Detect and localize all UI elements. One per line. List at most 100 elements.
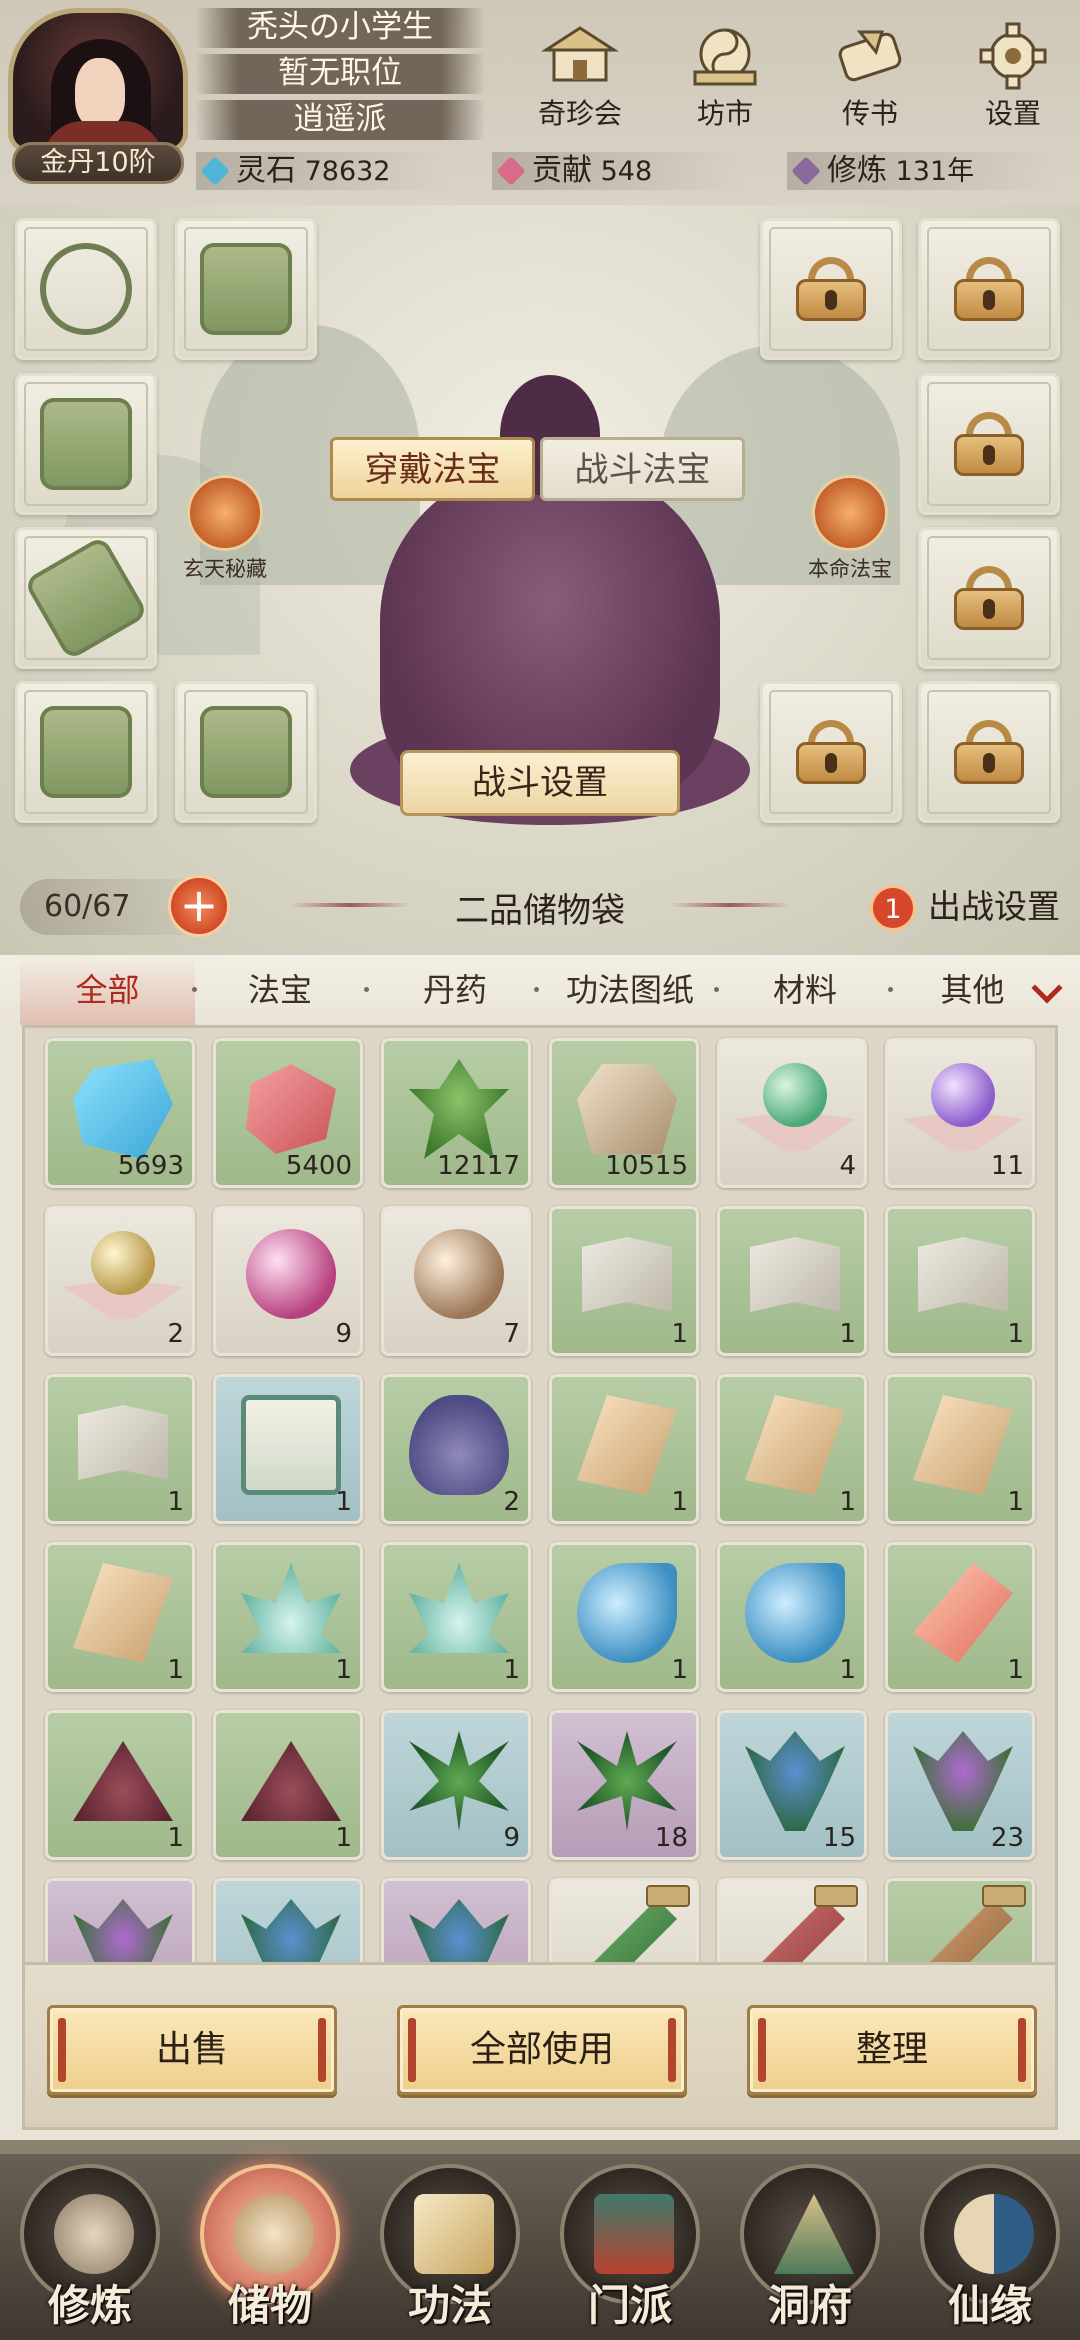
- locked-slot[interactable]: [918, 527, 1060, 669]
- sort-button[interactable]: 整理: [747, 2005, 1037, 2095]
- market-button[interactable]: 坊市: [670, 22, 780, 132]
- locked-slot[interactable]: [760, 218, 902, 360]
- inventory-item[interactable]: 1: [213, 1710, 363, 1860]
- inventory-item[interactable]: 5400: [213, 1038, 363, 1188]
- bottom-nav: 修炼 储物 功法 门派 洞府 仙缘: [0, 2140, 1080, 2340]
- use-all-button[interactable]: 全部使用: [397, 2005, 687, 2095]
- nav-cultivate[interactable]: 修炼: [5, 2164, 175, 2340]
- secret-treasury-button[interactable]: 玄天秘藏: [165, 475, 285, 583]
- inventory-item[interactable]: 5693: [45, 1038, 195, 1188]
- category-tab-technique[interactable]: 功法图纸: [540, 955, 720, 1025]
- category-tab-material[interactable]: 材料: [720, 955, 890, 1025]
- inventory-item[interactable]: 11: [885, 1038, 1035, 1188]
- inventory-item[interactable]: 2: [381, 1374, 531, 1524]
- inventory-item[interactable]: [213, 1878, 363, 1962]
- inventory-item[interactable]: [885, 1878, 1035, 1962]
- equip-slot-gloves[interactable]: [15, 527, 157, 669]
- equip-slot-necklace[interactable]: [15, 218, 157, 360]
- book-icon: [582, 1237, 672, 1312]
- nav-technique[interactable]: 功法: [365, 2164, 535, 2340]
- locked-slot[interactable]: [918, 373, 1060, 515]
- treasure-pavilion-button[interactable]: 奇珍会: [525, 22, 635, 132]
- inventory-item[interactable]: 1: [885, 1206, 1035, 1356]
- lock-icon: [954, 720, 1024, 784]
- storage-bag-icon: [234, 2194, 314, 2274]
- inventory-item[interactable]: 9: [381, 1710, 531, 1860]
- inventory-item[interactable]: [549, 1878, 699, 1962]
- powder-icon: [241, 1741, 341, 1821]
- tab-wear-treasure[interactable]: 穿戴法宝: [330, 437, 535, 501]
- inventory-item[interactable]: 1: [549, 1374, 699, 1524]
- inventory-item[interactable]: [717, 1878, 867, 1962]
- item-count: 1: [335, 1823, 352, 1853]
- nav-sect[interactable]: 门派: [545, 2164, 715, 2340]
- inventory-item[interactable]: 2: [45, 1206, 195, 1356]
- inventory-item[interactable]: 10515: [549, 1038, 699, 1188]
- item-count: 1: [167, 1655, 184, 1685]
- item-count: 1: [671, 1487, 688, 1517]
- inventory-item[interactable]: 1: [381, 1542, 531, 1692]
- inventory-item[interactable]: 23: [885, 1710, 1035, 1860]
- inventory-item[interactable]: 1: [549, 1542, 699, 1692]
- natal-treasure-button[interactable]: 本命法宝: [790, 475, 910, 583]
- secret-treasury-label: 玄天秘藏: [183, 557, 267, 581]
- inventory-item[interactable]: [45, 1878, 195, 1962]
- category-tab-all[interactable]: 全部: [20, 955, 195, 1025]
- locked-slot[interactable]: [918, 218, 1060, 360]
- equip-slot-boots[interactable]: [175, 681, 317, 823]
- inventory-item[interactable]: 1: [45, 1374, 195, 1524]
- nav-storage[interactable]: 储物: [185, 2164, 355, 2340]
- inventory-item[interactable]: 4: [717, 1038, 867, 1188]
- locked-slot[interactable]: [918, 681, 1060, 823]
- inventory-item[interactable]: 15: [717, 1710, 867, 1860]
- vase-icon: [409, 1395, 509, 1495]
- inventory-item[interactable]: 1: [717, 1206, 867, 1356]
- category-tab-pill[interactable]: 丹药: [370, 955, 540, 1025]
- necklace-icon: [40, 243, 132, 335]
- inventory-item[interactable]: 12117: [381, 1038, 531, 1188]
- item-count: 1: [1007, 1319, 1024, 1349]
- equip-slot-pants[interactable]: [15, 681, 157, 823]
- category-tab-other[interactable]: 其他: [890, 955, 1055, 1025]
- nav-immortal-fate[interactable]: 仙缘: [905, 2164, 1075, 2340]
- inventory-item[interactable]: 1: [885, 1374, 1035, 1524]
- settings-button[interactable]: 设置: [958, 22, 1068, 132]
- inventory-item[interactable]: 1: [717, 1542, 867, 1692]
- equipment-panel: 穿戴法宝 战斗法宝 玄天秘藏 本命法宝 战斗设置: [0, 205, 1080, 955]
- avatar[interactable]: [8, 8, 188, 153]
- item-count: 1: [839, 1319, 856, 1349]
- bound-tag-icon: [982, 1885, 1026, 1907]
- inventory-item[interactable]: 1: [45, 1542, 195, 1692]
- pearl-gold-icon: [91, 1231, 155, 1295]
- item-count: 12117: [437, 1151, 520, 1181]
- locked-slot[interactable]: [760, 681, 902, 823]
- category-tab-treasure[interactable]: 法宝: [200, 955, 360, 1025]
- lotus-icon: [409, 1563, 509, 1653]
- deploy-settings-button[interactable]: 1 出战设置: [864, 879, 1060, 935]
- inventory-item[interactable]: 9: [213, 1206, 363, 1356]
- sell-button[interactable]: 出售: [47, 2005, 337, 2095]
- realm-badge: 金丹10阶: [12, 142, 184, 184]
- equip-slot-robe[interactable]: [15, 373, 157, 515]
- inventory-item[interactable]: 18: [549, 1710, 699, 1860]
- inventory-item[interactable]: 1: [45, 1710, 195, 1860]
- plant2-icon: [409, 1731, 509, 1831]
- bag-bar: 60/67 + 二品储物袋 1 出战设置: [0, 865, 1080, 955]
- item-count: 15: [822, 1823, 856, 1853]
- equip-slot-hat[interactable]: [175, 218, 317, 360]
- inventory-item[interactable]: 1: [885, 1542, 1035, 1692]
- inventory-item[interactable]: 1: [213, 1374, 363, 1524]
- nav-cave[interactable]: 洞府: [725, 2164, 895, 2340]
- item-count: 1: [1007, 1655, 1024, 1685]
- tab-battle-treasure[interactable]: 战斗法宝: [540, 437, 745, 501]
- inventory-item[interactable]: 1: [213, 1542, 363, 1692]
- inventory-item[interactable]: 7: [381, 1206, 531, 1356]
- letter-button[interactable]: 传书: [815, 22, 925, 132]
- action-bar: 出售 全部使用 整理: [22, 1965, 1058, 2130]
- inventory-item[interactable]: 1: [549, 1206, 699, 1356]
- battle-settings-button[interactable]: 战斗设置: [400, 750, 680, 816]
- item-grid[interactable]: 5693 5400 12117 10515 4 11 2 9 7 1 1 1 1 1 2 1 1 1 1 1 1 1 1 1 1…: [22, 1025, 1058, 1965]
- inventory-item[interactable]: [381, 1878, 531, 1962]
- inventory-item[interactable]: 1: [717, 1374, 867, 1524]
- market-label: 坊市: [696, 97, 753, 130]
